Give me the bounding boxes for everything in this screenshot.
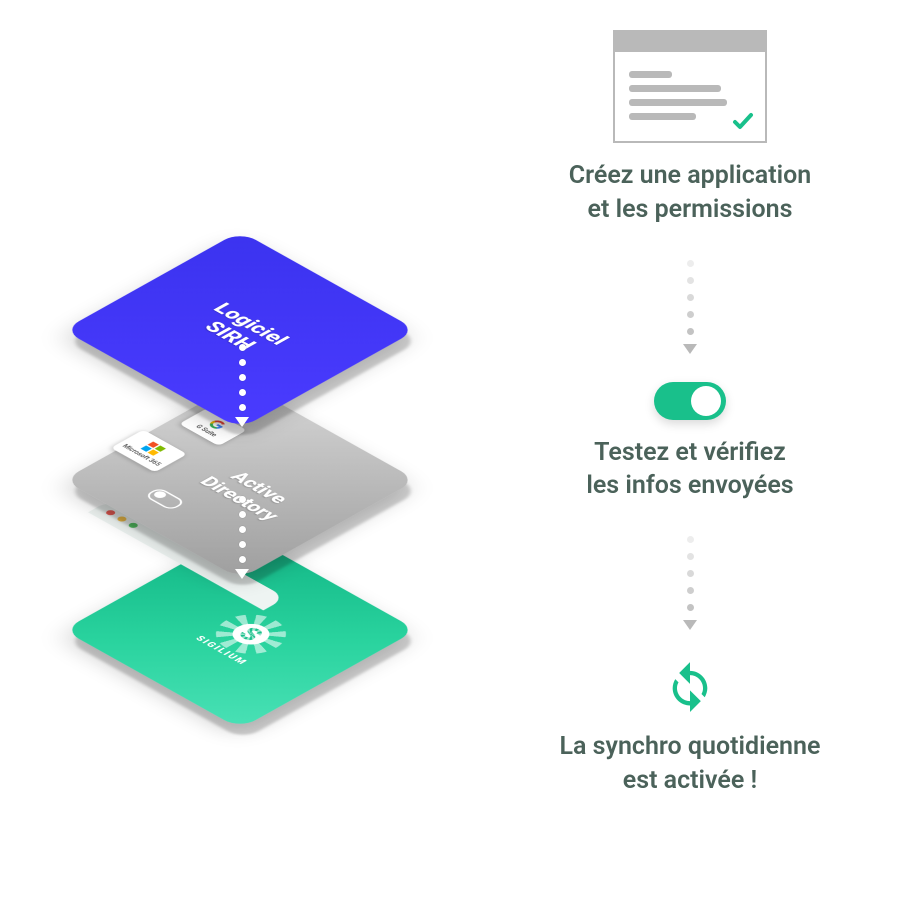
connector-mid-bot — [238, 492, 246, 579]
step-test-verify: Testez et vérifiez les infos envoyées — [586, 382, 793, 504]
isometric-stack: Logiciel SIRH Active Directory Microsoft… — [10, 200, 470, 760]
step-3-text: La synchro quotidienne est activée ! — [560, 730, 821, 798]
arrow-2 — [683, 531, 697, 630]
arrow-1 — [683, 255, 697, 354]
step-1-text: Créez une application et les permissions — [569, 159, 811, 227]
connector-top-mid — [238, 340, 246, 427]
sync-icon — [662, 658, 718, 714]
step-sync-active: La synchro quotidienne est activée ! — [560, 658, 821, 798]
form-window-icon — [613, 30, 767, 143]
diagram-root: Logiciel SIRH Active Directory Microsoft… — [0, 0, 900, 900]
step-2-text: Testez et vérifiez les infos envoyées — [586, 436, 793, 504]
step-create-app: Créez une application et les permissions — [569, 30, 811, 227]
toggle-on-icon — [654, 382, 726, 420]
check-icon — [731, 109, 755, 133]
steps-column: Créez une application et les permissions… — [480, 30, 900, 798]
